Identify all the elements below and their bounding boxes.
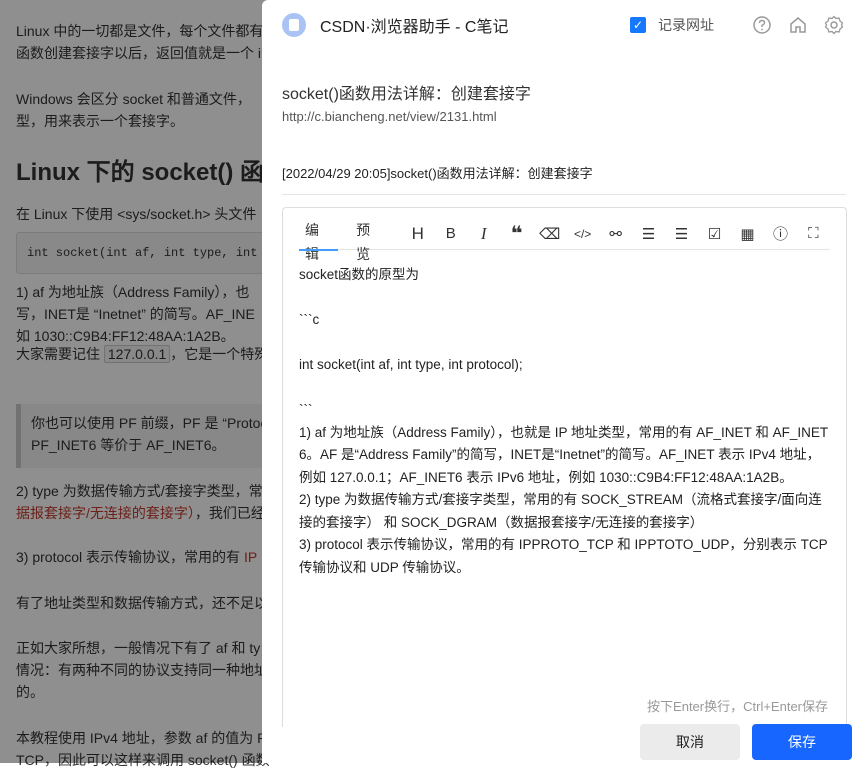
help-icon[interactable] — [752, 15, 772, 35]
unordered-list-icon[interactable]: ☰ — [632, 222, 665, 246]
fullscreen-icon[interactable]: ⛶ — [797, 222, 830, 246]
home-icon[interactable] — [788, 15, 808, 35]
markdown-editor: 编辑 预览 H B I ❝ ⌫ </> ⚯ ☰ ☰ ☑ ▦ ⓘ ⛶ socket… — [282, 207, 847, 727]
gear-icon[interactable] — [824, 15, 844, 35]
heading-icon[interactable]: H — [401, 222, 434, 246]
code-icon[interactable]: </> — [566, 222, 599, 246]
cancel-button[interactable]: 取消 — [640, 724, 740, 760]
article-url[interactable]: http://c.biancheng.net/view/2131.html — [282, 109, 497, 124]
note-panel: CSDN·浏览器助手 - C笔记 ✓ 记录网址 socket()函数用法详解：创… — [262, 0, 862, 763]
task-list-icon[interactable]: ☑ — [698, 222, 731, 246]
save-button[interactable]: 保存 — [752, 724, 852, 760]
quote-icon[interactable]: ❝ — [500, 222, 533, 246]
table-icon[interactable]: ▦ — [731, 222, 764, 246]
link-icon[interactable]: ⚯ — [599, 222, 632, 246]
help-icon[interactable]: ⓘ — [764, 222, 797, 246]
italic-icon[interactable]: I — [467, 222, 500, 246]
editor-toolbar: 编辑 预览 H B I ❝ ⌫ </> ⚯ ☰ ☰ ☑ ▦ ⓘ ⛶ — [299, 218, 830, 262]
bold-icon[interactable]: B — [434, 222, 467, 246]
panel-header: CSDN·浏览器助手 - C笔记 ✓ 记录网址 — [282, 12, 844, 38]
note-title[interactable]: [2022/04/29 20:05]socket()函数用法详解：创建套接字 — [282, 163, 593, 182]
editor-textarea[interactable]: socket函数的原型为 ```c int socket(int af, int… — [299, 264, 831, 579]
article-title: socket()函数用法详解：创建套接字 — [282, 86, 531, 103]
clear-format-icon[interactable]: ⌫ — [533, 222, 566, 246]
tab-edit[interactable]: 编辑 — [299, 218, 339, 262]
tab-preview[interactable]: 预览 — [350, 218, 389, 262]
divider — [282, 194, 846, 195]
ordered-list-icon[interactable]: ☰ — [665, 222, 698, 246]
app-logo-icon — [282, 13, 306, 37]
keyboard-hint: 按下Enter换行，Ctrl+Enter保存 — [647, 699, 828, 714]
record-url-label[interactable]: 记录网址 — [658, 15, 714, 35]
panel-title: CSDN·浏览器助手 - C笔记 — [320, 19, 509, 36]
record-url-checkbox[interactable]: ✓ — [630, 17, 646, 33]
